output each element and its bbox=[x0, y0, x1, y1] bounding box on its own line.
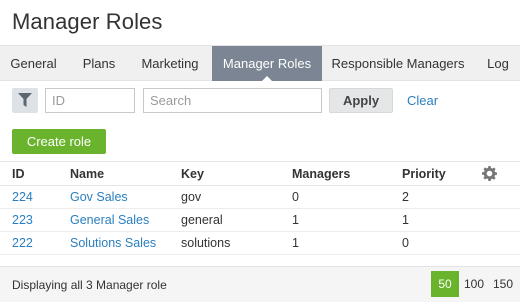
column-header-managers[interactable]: Managers bbox=[292, 167, 350, 181]
role-id-link[interactable]: 222 bbox=[12, 236, 33, 250]
tab-manager-roles[interactable]: Manager Roles bbox=[212, 46, 322, 82]
role-managers: 1 bbox=[292, 213, 299, 227]
results-summary: Displaying all 3 Manager role bbox=[12, 278, 167, 292]
role-priority: 1 bbox=[402, 213, 409, 227]
page-size-100[interactable]: 100 bbox=[460, 271, 488, 297]
role-key: general bbox=[181, 213, 223, 227]
role-name-link[interactable]: Solutions Sales bbox=[70, 236, 156, 250]
role-priority: 0 bbox=[402, 236, 409, 250]
role-key: solutions bbox=[181, 236, 231, 250]
role-id-link[interactable]: 224 bbox=[12, 190, 33, 204]
id-filter-input[interactable] bbox=[45, 88, 135, 113]
gear-icon[interactable] bbox=[482, 166, 497, 181]
role-managers: 0 bbox=[292, 190, 299, 204]
table-row: 223 General Sales general 1 1 bbox=[0, 209, 520, 232]
page-size-150[interactable]: 150 bbox=[489, 271, 517, 297]
role-name-link[interactable]: Gov Sales bbox=[70, 190, 128, 204]
column-header-key[interactable]: Key bbox=[181, 167, 204, 181]
role-managers: 1 bbox=[292, 236, 299, 250]
role-key: gov bbox=[181, 190, 202, 204]
tab-marketing[interactable]: Marketing bbox=[132, 46, 208, 81]
tab-plans[interactable]: Plans bbox=[70, 46, 128, 81]
role-name-link[interactable]: General Sales bbox=[70, 213, 149, 227]
tab-bar: General Plans Marketing Manager Roles Re… bbox=[0, 45, 520, 82]
role-id-link[interactable]: 223 bbox=[12, 213, 33, 227]
page-title: Manager Roles bbox=[12, 9, 163, 34]
tab-responsible-managers[interactable]: Responsible Managers bbox=[327, 46, 469, 81]
filter-toggle-button[interactable] bbox=[12, 88, 38, 113]
table-row: 224 Gov Sales gov 0 2 bbox=[0, 186, 520, 209]
apply-button[interactable]: Apply bbox=[329, 88, 393, 113]
tab-general[interactable]: General bbox=[0, 46, 67, 81]
page-size-50[interactable]: 50 bbox=[431, 271, 459, 297]
tab-log[interactable]: Log bbox=[476, 46, 520, 81]
column-header-name[interactable]: Name bbox=[70, 167, 104, 181]
search-input[interactable] bbox=[143, 88, 322, 113]
column-header-priority[interactable]: Priority bbox=[402, 167, 446, 181]
table-row: 222 Solutions Sales solutions 1 0 bbox=[0, 232, 520, 255]
create-role-button[interactable]: Create role bbox=[12, 129, 106, 154]
table-top-divider bbox=[0, 161, 520, 162]
clear-link[interactable]: Clear bbox=[407, 88, 438, 113]
column-header-id[interactable]: ID bbox=[12, 167, 25, 181]
role-priority: 2 bbox=[402, 190, 409, 204]
filter-icon bbox=[18, 93, 32, 107]
